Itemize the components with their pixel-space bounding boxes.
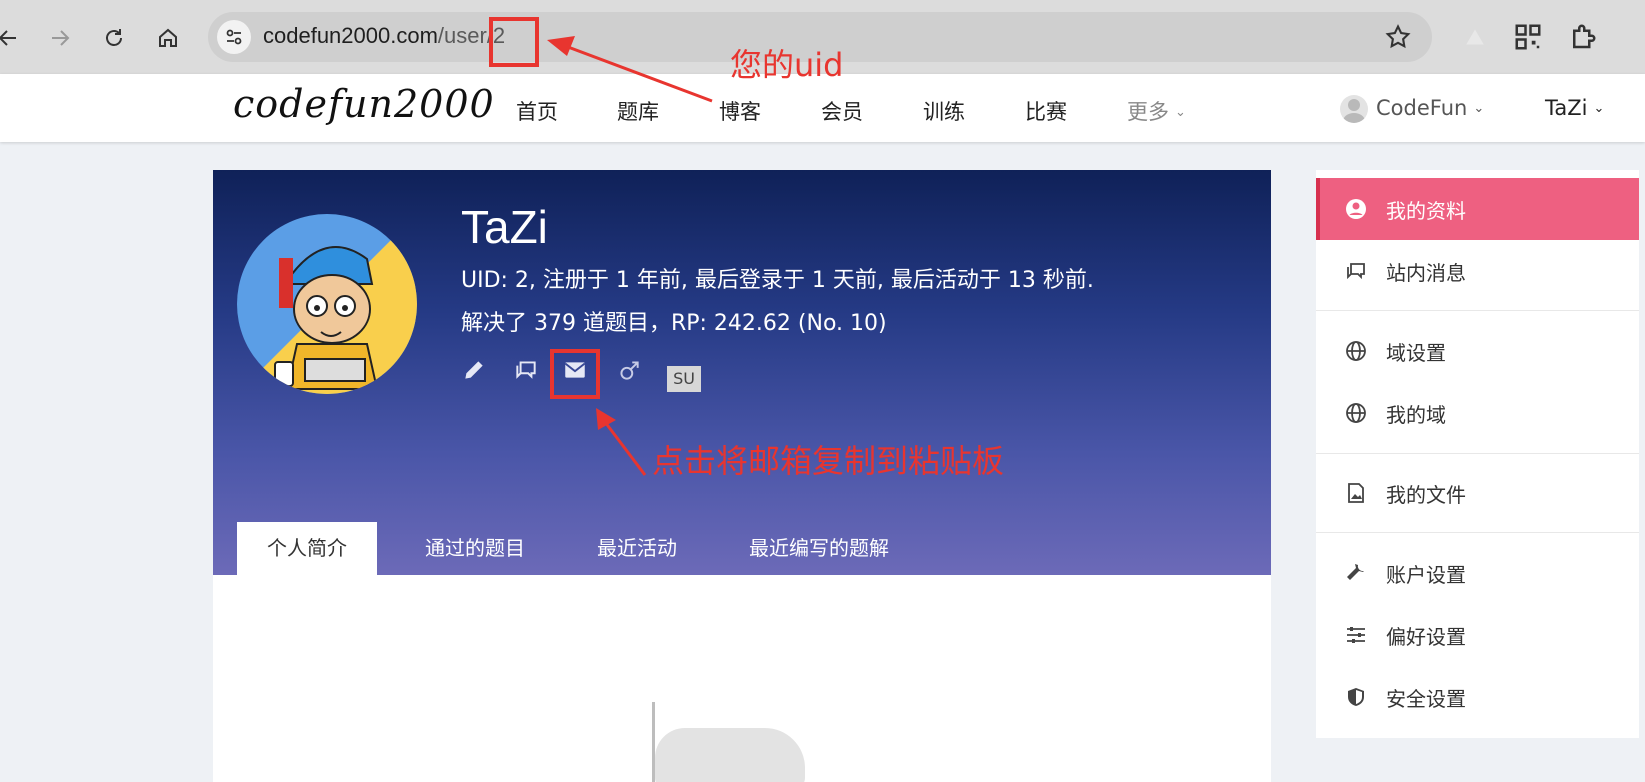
globe-icon (1346, 341, 1366, 361)
user-menu-label: TaZi (1545, 96, 1588, 120)
menu-security-settings[interactable]: 安全设置 (1316, 666, 1639, 728)
menu-divider (1316, 453, 1639, 454)
menu-label: 安全设置 (1386, 686, 1466, 711)
nav-blog[interactable]: 博客 (719, 96, 761, 126)
tab-intro[interactable]: 个人简介 (237, 522, 377, 575)
reload-button[interactable] (94, 18, 134, 58)
menu-account-settings[interactable]: 账户设置 (1316, 542, 1639, 604)
domain-menu-label: CodeFun (1376, 96, 1468, 120)
url-host: codefun2000.com (263, 23, 438, 48)
edit-pencil-icon[interactable] (461, 357, 487, 383)
uid-annotation: 您的uid (730, 46, 844, 84)
domain-avatar (1340, 95, 1368, 123)
globe-icon (1346, 403, 1366, 423)
home-icon (159, 28, 177, 47)
home-button[interactable] (148, 18, 188, 58)
nav-membership[interactable]: 会员 (821, 96, 863, 126)
nav-contests[interactable]: 比赛 (1025, 96, 1067, 126)
sliders-icon (1347, 627, 1365, 643)
tune-icon (226, 29, 242, 45)
back-arrow-icon (0, 30, 16, 46)
tab-recent-activity[interactable]: 最近活动 (567, 522, 707, 575)
message-icon (1347, 263, 1365, 280)
chart-placeholder (655, 728, 805, 782)
profile-info-line: UID: 2, 注册于 1 年前, 最后登录于 1 天前, 最后活动于 13 秒… (461, 268, 1094, 293)
nav-training[interactable]: 训练 (923, 96, 965, 126)
shield-icon (1348, 688, 1364, 706)
menu-my-profile[interactable]: 我的资料 (1316, 178, 1639, 240)
forward-arrow-icon (52, 30, 70, 46)
side-menu: 我的资料 站内消息 域设置 我的域 我的文件 账户设置 偏好设置 安全设置 (1316, 170, 1639, 738)
menu-divider (1316, 532, 1639, 533)
menu-label: 我的文件 (1386, 482, 1466, 507)
extensions-puzzle-icon[interactable] (1568, 22, 1598, 52)
user-menu[interactable]: TaZi ⌄ (1545, 96, 1604, 120)
menu-preferences[interactable]: 偏好设置 (1316, 604, 1639, 666)
menu-label: 域设置 (1386, 340, 1446, 365)
domain-menu[interactable]: CodeFun ⌄ (1376, 96, 1484, 120)
account-circle-icon (1346, 199, 1366, 219)
email-annotation: 点击将邮箱复制到粘贴板 (652, 442, 1005, 480)
site-logo[interactable]: codefun2000 (233, 82, 495, 126)
menu-messages[interactable]: 站内消息 (1316, 240, 1639, 302)
profile-stats-line: 解决了 379 道题目，RP: 242.62 (No. 10) (461, 311, 887, 336)
profile-name: TaZi (461, 201, 548, 253)
reload-icon (106, 29, 122, 46)
qr-code-icon[interactable] (1513, 22, 1543, 52)
site-info-button[interactable] (217, 20, 251, 54)
nav-home[interactable]: 首页 (516, 96, 558, 126)
message-icon[interactable] (513, 357, 539, 383)
menu-label: 我的资料 (1386, 198, 1466, 223)
menu-label: 偏好设置 (1386, 624, 1466, 649)
url-text: codefun2000.com/user/2 (263, 23, 505, 49)
nav-more-label: 更多 (1127, 100, 1169, 124)
back-button[interactable] (0, 18, 28, 58)
male-gender-icon (620, 361, 639, 380)
extension-triangle-icon[interactable] (1460, 22, 1490, 52)
menu-divider (1316, 310, 1639, 311)
file-image-icon (1348, 483, 1364, 503)
uid-highlight-box (489, 17, 539, 67)
forward-button[interactable] (40, 18, 80, 58)
wrench-icon (1347, 564, 1364, 580)
chevron-down-icon: ⌄ (1473, 101, 1485, 116)
tab-recent-solutions[interactable]: 最近编写的题解 (719, 522, 919, 575)
su-badge: SU (667, 366, 701, 392)
profile-avatar (237, 214, 417, 394)
chevron-down-icon: ⌄ (1593, 101, 1605, 116)
menu-my-files[interactable]: 我的文件 (1316, 462, 1639, 524)
profile-banner: TaZi UID: 2, 注册于 1 年前, 最后登录于 1 天前, 最后活动于… (213, 170, 1271, 575)
menu-domain-settings[interactable]: 域设置 (1316, 320, 1639, 382)
menu-label: 账户设置 (1386, 562, 1466, 587)
chevron-down-icon: ⌄ (1175, 105, 1186, 120)
nav-more[interactable]: 更多 ⌄ (1127, 96, 1186, 126)
nav-problems[interactable]: 题库 (617, 96, 659, 126)
menu-my-domains[interactable]: 我的域 (1316, 382, 1639, 444)
tab-solved-problems[interactable]: 通过的题目 (395, 522, 555, 575)
cartoon-monkey-avatar-icon (237, 214, 417, 394)
menu-label: 站内消息 (1386, 260, 1466, 285)
menu-label: 我的域 (1386, 402, 1446, 427)
bookmark-star-icon[interactable] (1384, 23, 1412, 51)
email-highlight-box (550, 349, 600, 399)
